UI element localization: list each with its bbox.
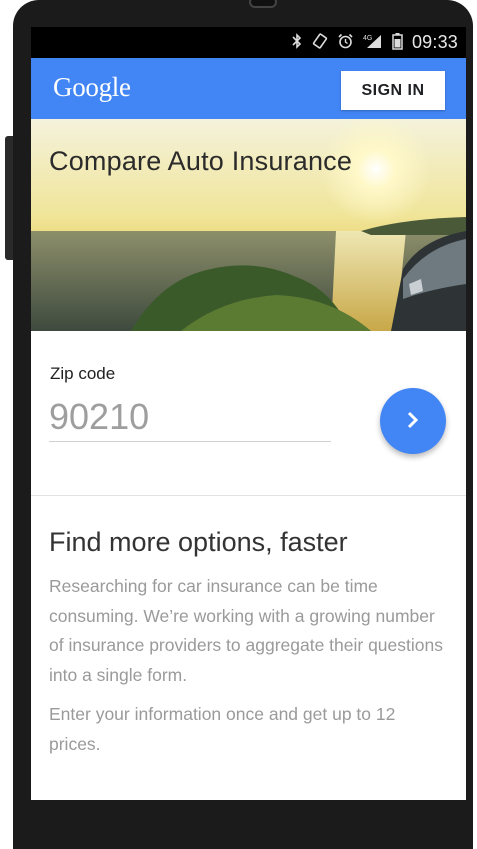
rotate-icon: [312, 33, 328, 52]
bluetooth-icon: [291, 33, 303, 52]
sign-in-button[interactable]: SIGN IN: [341, 71, 445, 110]
phone-screen: 4G 09:33 Google SIGN IN Compare Auto Ins…: [31, 27, 466, 800]
google-logo[interactable]: Google: [53, 72, 131, 103]
phone-speaker: [249, 0, 277, 8]
hero-title: Compare Auto Insurance: [49, 146, 353, 176]
status-time: 09:33: [411, 32, 458, 52]
phone-bottom-bezel: [13, 800, 473, 849]
section-divider: [31, 495, 466, 496]
battery-icon: [392, 32, 403, 53]
chevron-right-icon: [405, 410, 421, 433]
app-bar: Google SIGN IN: [31, 58, 466, 119]
info-paragraph: Researching for car insurance can be tim…: [49, 576, 443, 685]
status-bar: 4G 09:33: [31, 27, 466, 58]
network-label: 4G: [363, 35, 372, 42]
zip-code-label: Zip code: [50, 364, 116, 383]
4g-signal-icon: 4G: [363, 33, 383, 52]
info-paragraph: Enter your information once and get up t…: [49, 704, 396, 754]
submit-zip-button[interactable]: [380, 388, 446, 454]
info-heading: Find more options, faster: [49, 527, 348, 557]
hero-banner: Compare Auto Insurance: [31, 119, 466, 331]
alarm-icon: [337, 33, 354, 52]
zip-code-input[interactable]: [49, 396, 331, 442]
